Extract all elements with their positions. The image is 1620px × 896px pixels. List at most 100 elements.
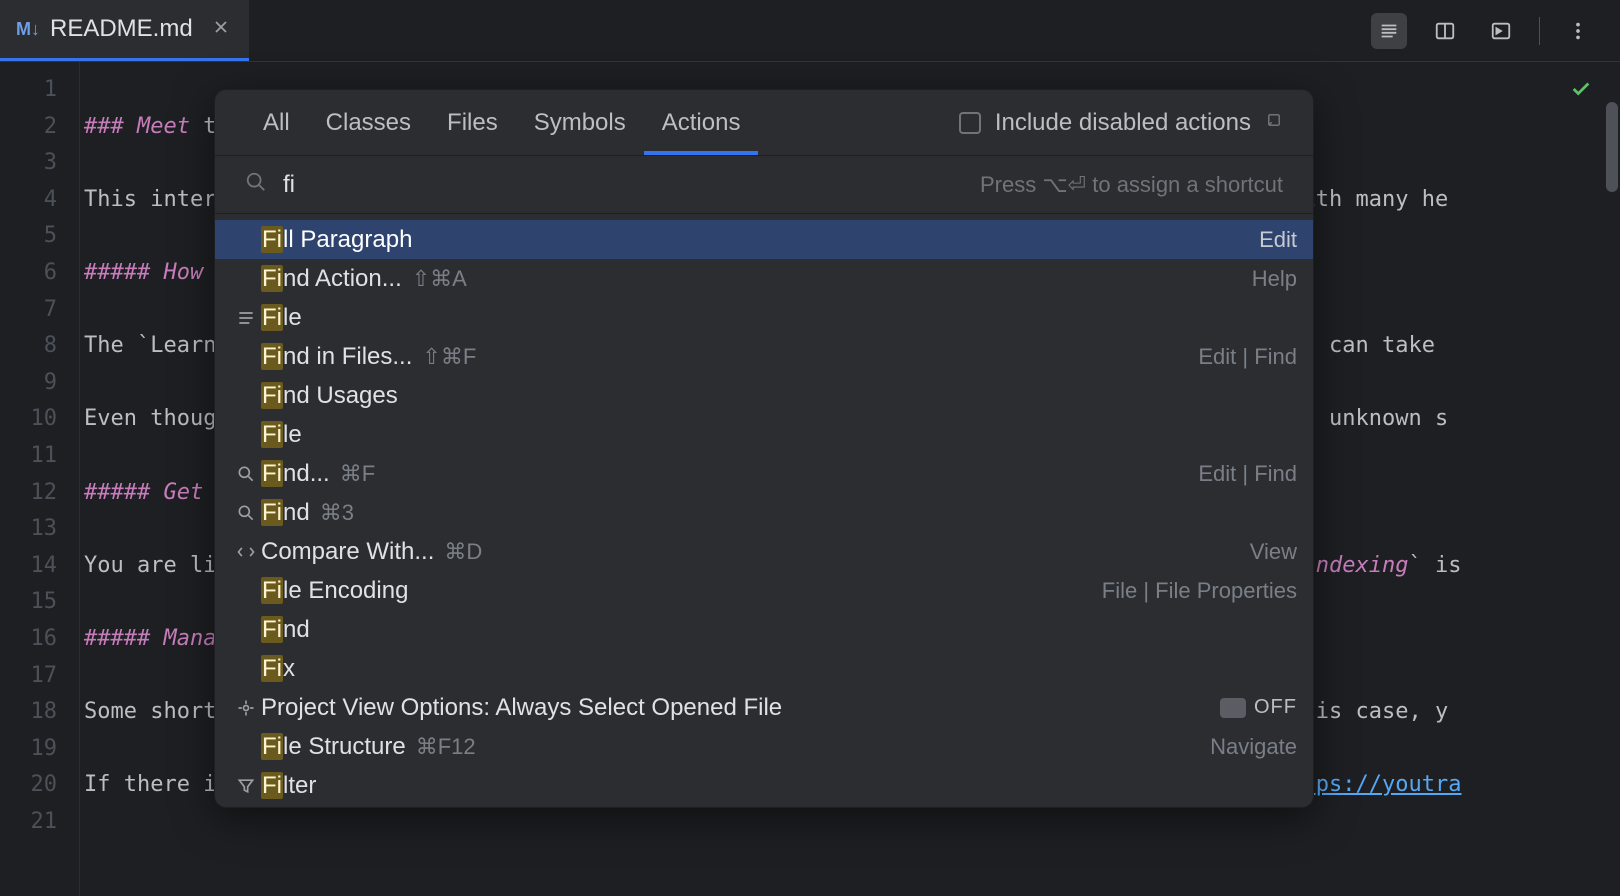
se-result-item[interactable]: Project View Options: Always Select Open… [215,688,1313,727]
se-result-category: Edit | Find [1198,344,1297,370]
se-result-label: Fix [261,655,295,683]
line-number: 8 [0,328,79,365]
line-number: 4 [0,182,79,219]
se-result-label: Find [261,616,310,644]
line-number: 5 [0,218,79,255]
line-number: 16 [0,621,79,658]
split-view-icon[interactable] [1427,13,1463,49]
se-result-item[interactable]: Find ⌘3 [215,493,1313,532]
line-number: 9 [0,365,79,402]
se-result-label: File Structure [261,733,406,761]
gutter: 123456789101112131415161718192021 [0,62,80,896]
code-line [80,804,1620,841]
se-result-category: Help [1252,266,1297,292]
se-search-row: Press ⌥⏎ to assign a shortcut [215,156,1313,214]
line-number: 12 [0,475,79,512]
compare-icon [231,542,261,562]
se-result-item[interactable]: Compare With... ⌘D View [215,532,1313,571]
line-number: 17 [0,658,79,695]
line-number: 18 [0,694,79,731]
scrollbar-thumb[interactable] [1606,102,1618,192]
scrollbar[interactable] [1604,62,1620,896]
se-tab-files[interactable]: Files [429,90,516,155]
line-number: 21 [0,804,79,841]
se-result-category: Navigate [1210,734,1297,760]
markdown-icon: M↓ [16,19,40,40]
se-result-item[interactable]: Find in Files... ⇧⌘F Edit | Find [215,337,1313,376]
filter-icon [231,776,261,796]
search-hint: Press ⌥⏎ to assign a shortcut [980,172,1283,198]
line-number: 10 [0,401,79,438]
se-result-label: Find in Files... [261,343,412,371]
search-icon [231,503,261,523]
se-result-item[interactable]: Fix [215,649,1313,688]
search-icon [245,171,267,198]
se-result-category: View [1250,539,1297,565]
se-result-label: Find Action... [261,265,402,293]
line-number: 3 [0,145,79,182]
se-result-label: Project View Options: Always Select Open… [261,694,782,722]
se-result-item[interactable]: File Structure ⌘F12 Navigate [215,727,1313,766]
se-result-shortcut: ⇧⌘F [422,344,476,370]
line-number: 6 [0,255,79,292]
include-disabled-label: Include disabled actions [995,109,1251,137]
se-result-category: Edit [1259,227,1297,253]
se-result-label: Find Usages [261,382,398,410]
divider [1539,17,1540,45]
se-result-item[interactable]: Fill Paragraph Edit [215,220,1313,259]
search-everywhere-popup: AllClassesFilesSymbolsActions Include di… [214,89,1314,808]
editor-tab[interactable]: M↓ README.md [0,0,249,61]
se-result-item[interactable]: Find... ⌘F Edit | Find [215,454,1313,493]
se-result-item[interactable]: Filter [215,766,1313,805]
se-tab-classes[interactable]: Classes [308,90,429,155]
se-result-item[interactable]: File [215,415,1313,454]
se-result-label: Filter [261,772,316,800]
se-tab-all[interactable]: All [245,90,308,155]
se-result-item[interactable]: Find Action...⇧⌘AHelp [215,259,1313,298]
line-number: 11 [0,438,79,475]
se-result-label: Find [261,499,310,527]
line-number: 20 [0,767,79,804]
se-result-item[interactable]: Find [215,610,1313,649]
se-result-shortcut: ⌘F [340,461,375,487]
line-number: 15 [0,584,79,621]
se-result-label: File [261,304,302,332]
se-tab-row: AllClassesFilesSymbolsActions Include di… [215,90,1313,156]
more-icon[interactable] [1560,13,1596,49]
include-disabled-checkbox[interactable] [959,112,981,134]
line-number: 19 [0,731,79,768]
se-tab-symbols[interactable]: Symbols [516,90,644,155]
se-result-label: File [261,421,302,449]
line-number: 13 [0,511,79,548]
se-result-label: Fill Paragraph [261,226,412,254]
editor-only-view-icon[interactable] [1371,13,1407,49]
se-result-label: Compare With... [261,538,434,566]
se-result-item[interactable]: File [215,298,1313,337]
se-result-category: Edit | Find [1198,461,1297,487]
se-result-toggle[interactable]: OFF [1220,696,1297,719]
se-result-item[interactable]: Find Usages [215,376,1313,415]
se-result-shortcut: ⌘D [444,539,482,565]
se-tab-actions[interactable]: Actions [644,90,759,155]
tab-actions [1371,13,1620,49]
inspection-ok-icon[interactable] [1570,78,1592,105]
lines-icon [231,308,261,328]
se-result-shortcut: ⌘3 [320,500,354,526]
pin-icon[interactable] [1265,111,1283,134]
search-icon [231,464,261,484]
se-result-label: Find... [261,460,330,488]
se-result-label: File Encoding [261,577,408,605]
se-result-shortcut: ⌘F12 [416,734,476,760]
line-number: 7 [0,292,79,329]
se-results: Fill ParagraphEditFind Action...⇧⌘AHelpF… [215,214,1313,807]
tab-title: README.md [50,15,193,43]
line-number: 14 [0,548,79,585]
se-result-category: File | File Properties [1102,578,1297,604]
preview-view-icon[interactable] [1483,13,1519,49]
target-icon [231,698,261,718]
se-result-item[interactable]: File Encoding File | File Properties [215,571,1313,610]
close-icon[interactable] [213,19,229,40]
search-input[interactable] [283,171,964,199]
tab-bar: M↓ README.md [0,0,1620,62]
line-number: 2 [0,109,79,146]
